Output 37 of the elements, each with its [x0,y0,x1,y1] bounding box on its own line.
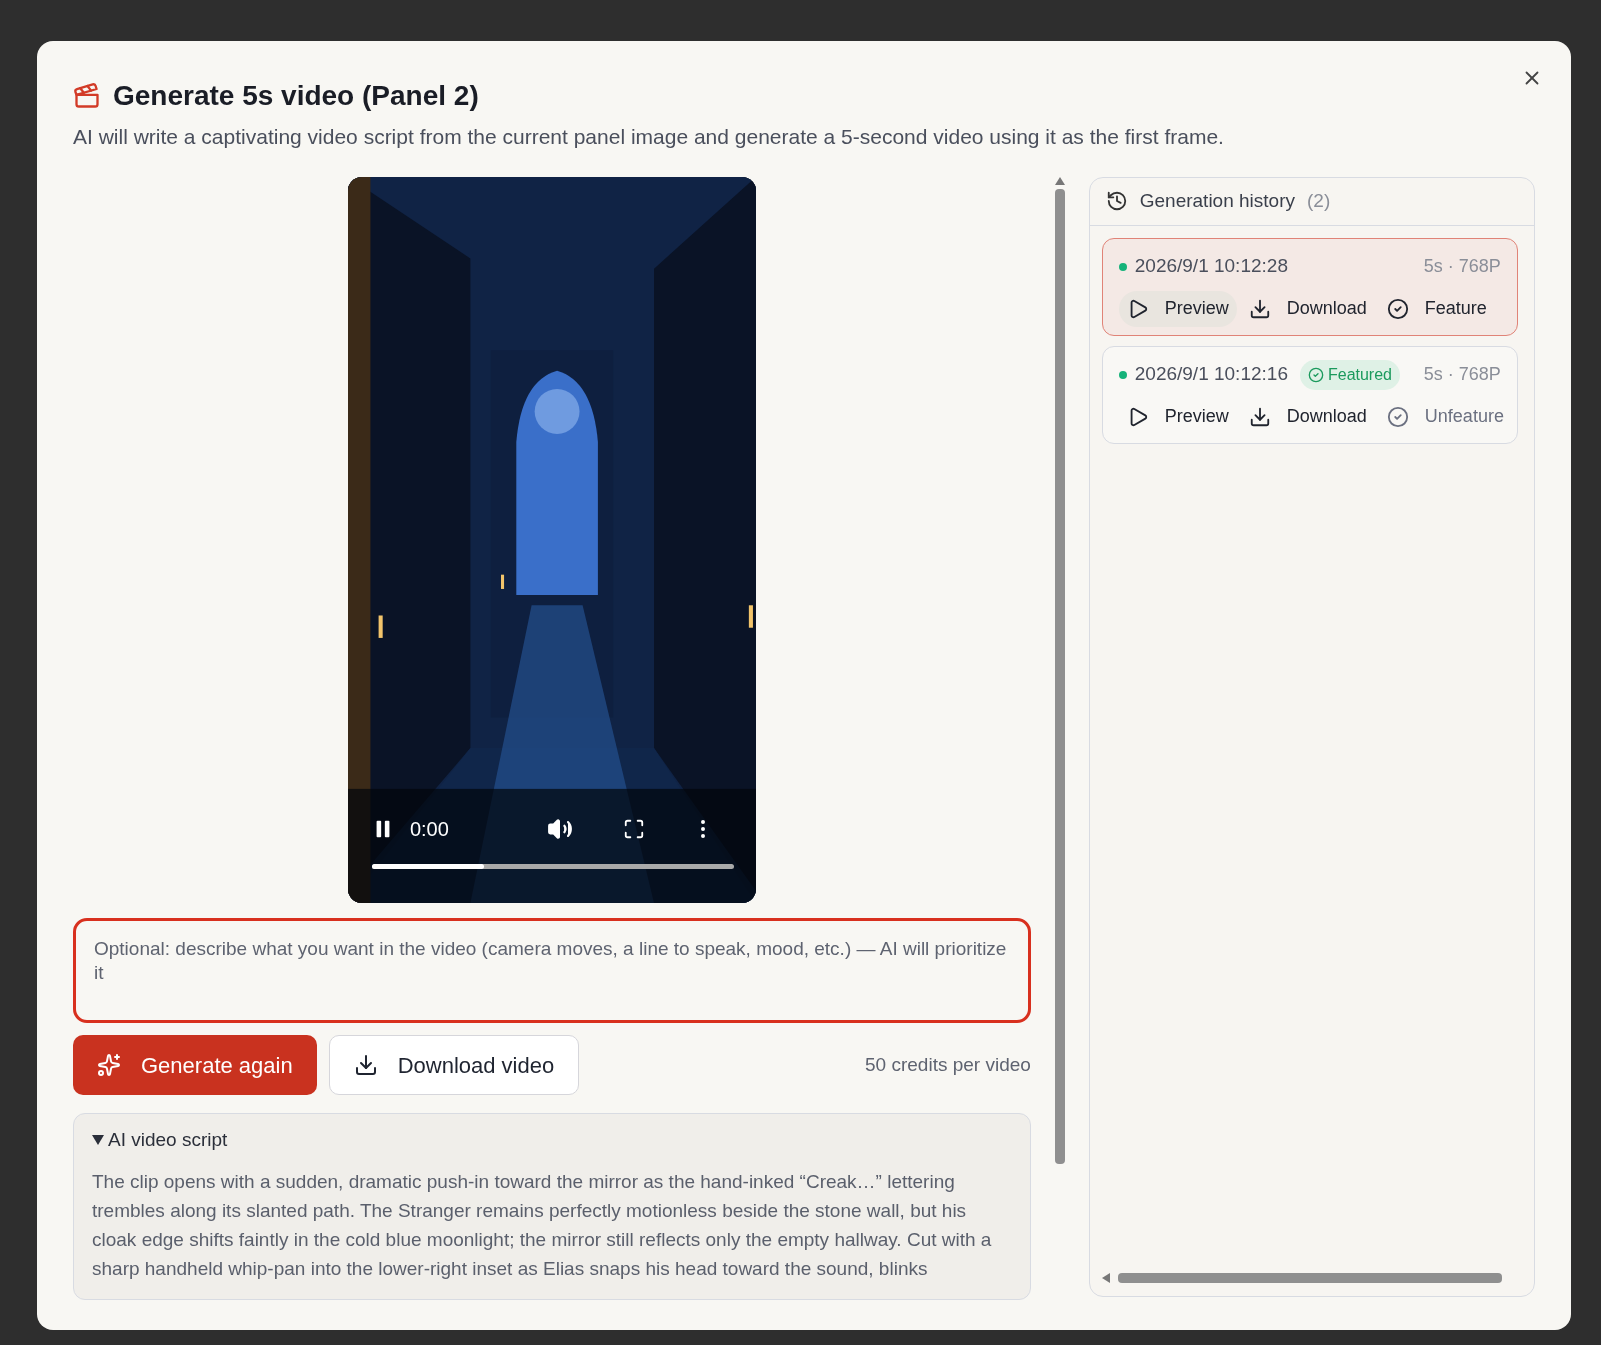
scroll-left-icon[interactable] [1101,1272,1110,1283]
download-button[interactable]: Download [1240,398,1375,435]
generate-again-button[interactable]: Generate again [73,1035,317,1095]
download-button[interactable]: Download [1240,290,1375,327]
check-circle-icon [1386,297,1409,320]
script-toggle[interactable]: AI video script [92,1126,228,1155]
download-icon [1248,405,1271,428]
download-icon [1248,297,1271,320]
video-meta: 5s · 768P [1423,363,1501,386]
timestamp: 2026/9/1 10:12:16 [1134,362,1288,387]
history-icon [1105,190,1128,212]
unfeature-button[interactable]: Unfeature [1378,398,1512,435]
prompt-field[interactable]: Optional: describe what you want in the video (camera moves, a line to speak, mood, etc.) — AI will prioritize it [73,917,1031,1023]
fullscreen-icon[interactable] [622,817,645,840]
triangle-icon [92,1135,104,1146]
history-card[interactable]: 2026/9/1 10:12:28 5s · 768P Preview Download Feature [1101,237,1518,336]
clapperboard-icon [73,82,101,110]
dialog-title: Generate 5s video (Panel 2) [113,79,479,113]
featured-badge: Featured [1299,359,1400,390]
history-count: (2) [1307,188,1331,213]
preview-button[interactable]: Preview [1118,398,1237,435]
scroll-up-icon[interactable] [1054,176,1065,185]
sparkle-icon [97,1053,121,1077]
script-text: The clip opens with a sudden, dramatic push-in toward the mirror as the hand-inked “Creak…” lettering trembles along its slanted path. The Stranger remains perfectly motionless beside the stone wall, but his cloak edge shifts faintly in the cold blue moonlight; the mirror still reflects only the empty hallway. Cut with a sharp handheld whip-pan into the lower-right inset as Elias snaps his head toward the sound, blinks [92,1169,993,1281]
download-icon [353,1053,378,1077]
timestamp: 2026/9/1 10:12:28 [1134,254,1288,279]
preview-button[interactable]: Preview [1118,290,1237,327]
credits-note: 50 credits per video [865,1052,1031,1077]
video-meta: 5s · 768P [1423,255,1501,278]
history-card[interactable]: 2026/9/1 10:12:16 Featured 5s · 768P Preview Download Unfeature [1101,345,1518,444]
feature-button[interactable]: Feature [1378,290,1495,327]
history-title: Generation history [1139,188,1295,213]
progress-track[interactable] [371,863,734,869]
dialog-subtitle: AI will write a captivating video script from the current panel image and generate a 5-second video using it as the first frame. [73,124,1225,150]
video-time: 0:00 [409,816,449,842]
check-circle-icon [1386,405,1409,428]
download-video-button[interactable]: Download video [328,1035,580,1095]
